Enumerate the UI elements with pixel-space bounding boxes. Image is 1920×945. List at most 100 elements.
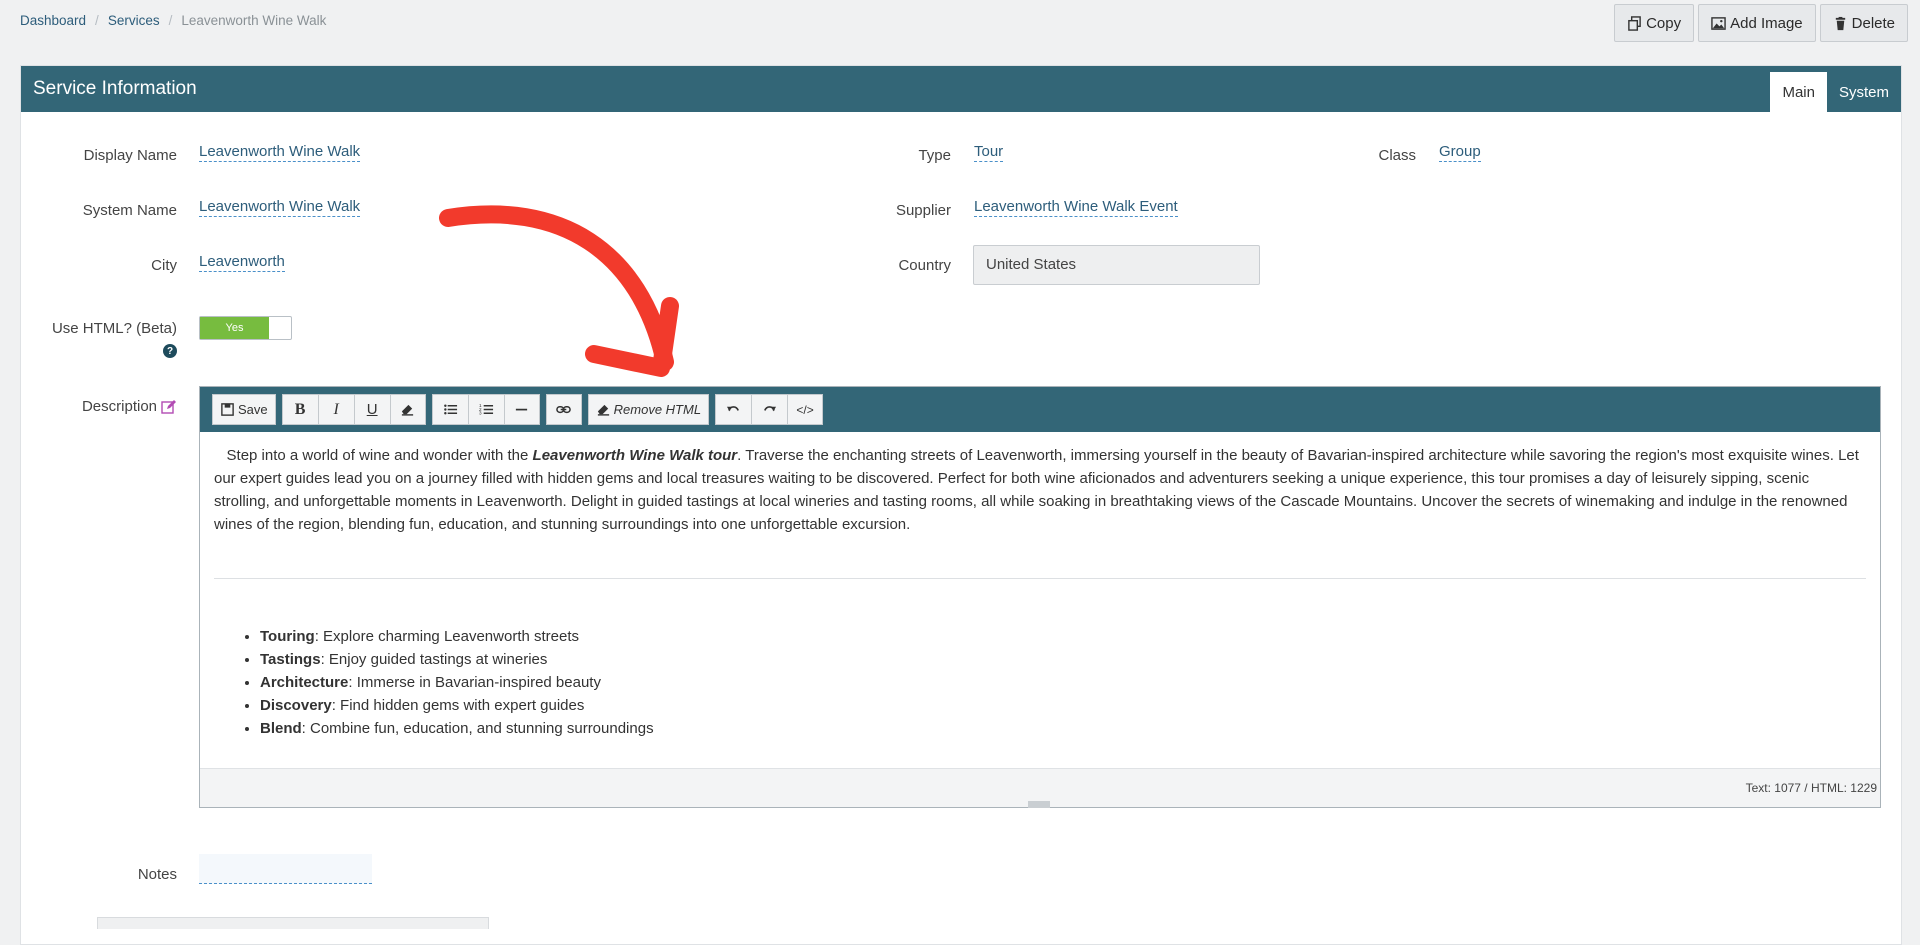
- list-item-term: Tastings: [260, 651, 321, 668]
- panel-title: Service Information: [33, 78, 197, 99]
- help-icon[interactable]: ?: [163, 344, 177, 358]
- breadcrumb-current: Leavenworth Wine Walk: [181, 13, 327, 28]
- breadcrumb-separator: /: [168, 13, 173, 28]
- panel-header: Service Information Main System: [21, 66, 1901, 112]
- copy-label: Copy: [1646, 14, 1682, 32]
- redo-button[interactable]: [751, 394, 788, 425]
- link-icon: [556, 405, 571, 414]
- panel-tabs: Main System: [1770, 72, 1901, 112]
- copy-button[interactable]: Copy: [1614, 4, 1695, 42]
- editor-resize-handle[interactable]: [1028, 801, 1050, 808]
- list-item-text: : Find hidden gems with expert guides: [331, 697, 585, 714]
- list-item: Tastings: Enjoy guided tastings at winer…: [260, 648, 1866, 671]
- toolbar-group-lists: 123: [431, 394, 540, 425]
- toolbar-group-save: Save: [212, 394, 276, 425]
- horizontal-rule-button[interactable]: [503, 394, 540, 425]
- bullet-list-icon: [443, 404, 457, 415]
- breadcrumb-services[interactable]: Services: [108, 13, 160, 28]
- list-item-text: : Enjoy guided tastings at wineries: [320, 651, 548, 668]
- eraser-icon: [597, 404, 609, 416]
- toolbar-group-remove-html: Remove HTML: [587, 394, 710, 425]
- undo-icon: [727, 406, 740, 412]
- undo-button[interactable]: [715, 394, 752, 425]
- intro-emphasis: Leavenworth Wine Walk tour: [532, 447, 738, 464]
- description-editor: Save B I U 123 Remove HTML </> Step into…: [199, 386, 1881, 808]
- list-item: Architecture: Immerse in Bavarian-inspir…: [260, 671, 1866, 694]
- bold-button[interactable]: B: [281, 394, 318, 425]
- link-button[interactable]: [545, 394, 582, 425]
- clear-format-button[interactable]: [389, 394, 426, 425]
- city-label: City: [151, 257, 177, 274]
- supplier-value[interactable]: Leavenworth Wine Walk Event: [974, 198, 1178, 217]
- content-divider: [214, 578, 1866, 579]
- edit-icon[interactable]: [161, 399, 177, 415]
- description-intro: Step into a world of wine and wonder wit…: [214, 444, 1866, 536]
- highlights-list: Touring: Explore charming Leavenworth st…: [214, 625, 1866, 740]
- numbered-list-icon: 123: [479, 403, 493, 416]
- editor-toolbar: Save B I U 123 Remove HTML </>: [200, 387, 1880, 432]
- class-value[interactable]: Group: [1439, 143, 1481, 162]
- country-field[interactable]: United States: [973, 245, 1260, 285]
- save-button[interactable]: Save: [212, 394, 276, 425]
- code-icon: </>: [796, 402, 814, 417]
- list-item-term: Blend: [260, 720, 302, 737]
- list-item: Touring: Explore charming Leavenworth st…: [260, 625, 1866, 648]
- breadcrumb-separator: /: [95, 13, 99, 28]
- italic-button[interactable]: I: [317, 394, 354, 425]
- add-image-label: Add Image: [1730, 14, 1803, 32]
- list-item-text: : Combine fun, education, and stunning s…: [301, 720, 654, 737]
- save-icon: [221, 403, 234, 416]
- underline-button[interactable]: U: [353, 394, 390, 425]
- image-icon: [1711, 16, 1726, 30]
- use-html-toggle[interactable]: Yes: [199, 316, 292, 340]
- editor-content[interactable]: Step into a world of wine and wonder wit…: [200, 432, 1880, 740]
- list-item-text: : Explore charming Leavenworth streets: [314, 628, 580, 645]
- type-value[interactable]: Tour: [974, 143, 1004, 162]
- toolbar-group-history: </>: [715, 394, 824, 425]
- list-item-term: Architecture: [260, 674, 349, 691]
- display-name-label: Display Name: [83, 147, 177, 164]
- toolbar-group-link: [545, 394, 582, 425]
- character-counter: Text: 1077 / HTML: 1229: [1745, 781, 1877, 795]
- svg-text:3: 3: [479, 411, 482, 416]
- trash-icon: [1835, 16, 1845, 30]
- system-name-label: System Name: [82, 202, 177, 219]
- save-label: Save: [238, 402, 268, 417]
- list-item-term: Discovery: [260, 697, 332, 714]
- breadcrumb: Dashboard / Services / Leavenworth Wine Walk: [20, 13, 326, 28]
- class-label: Class: [1378, 147, 1416, 164]
- breadcrumb-dashboard[interactable]: Dashboard: [20, 13, 86, 28]
- top-actions: Copy Add Image Delete: [1614, 4, 1908, 42]
- notes-label: Notes: [137, 866, 177, 883]
- toolbar-group-format: B I U: [281, 394, 426, 425]
- redo-icon: [764, 406, 777, 412]
- display-name-value[interactable]: Leavenworth Wine Walk: [199, 143, 361, 162]
- list-item-term: Touring: [260, 628, 315, 645]
- system-name-value[interactable]: Leavenworth Wine Walk: [199, 198, 361, 217]
- toggle-on-label: Yes: [200, 317, 269, 339]
- country-label: Country: [898, 257, 951, 274]
- delete-label: Delete: [1851, 14, 1895, 32]
- delete-button[interactable]: Delete: [1819, 4, 1908, 42]
- code-view-button[interactable]: </>: [787, 394, 824, 425]
- type-label: Type: [918, 147, 951, 164]
- intro-text-start: Step into a world of wine and wonder wit…: [226, 447, 533, 464]
- remove-html-label: Remove HTML: [613, 402, 702, 417]
- unordered-list-button[interactable]: [431, 394, 468, 425]
- description-label: Description: [81, 398, 157, 415]
- eraser-icon: [402, 404, 414, 416]
- copy-icon: [1628, 15, 1641, 31]
- city-value[interactable]: Leavenworth: [199, 253, 285, 272]
- use-html-label: Use HTML? (Beta): [51, 320, 177, 337]
- tab-system[interactable]: System: [1827, 72, 1901, 112]
- remove-html-button[interactable]: Remove HTML: [587, 394, 710, 425]
- supplier-label: Supplier: [895, 202, 951, 219]
- tab-main[interactable]: Main: [1770, 72, 1827, 112]
- bottom-panel-edge: [97, 917, 489, 929]
- list-item: Discovery: Find hidden gems with expert …: [260, 694, 1866, 717]
- horizontal-rule-icon: [516, 408, 528, 411]
- add-image-button[interactable]: Add Image: [1698, 4, 1816, 42]
- ordered-list-button[interactable]: 123: [467, 394, 504, 425]
- list-item-text: : Immerse in Bavarian-inspired beauty: [348, 674, 601, 691]
- notes-field[interactable]: [199, 854, 372, 884]
